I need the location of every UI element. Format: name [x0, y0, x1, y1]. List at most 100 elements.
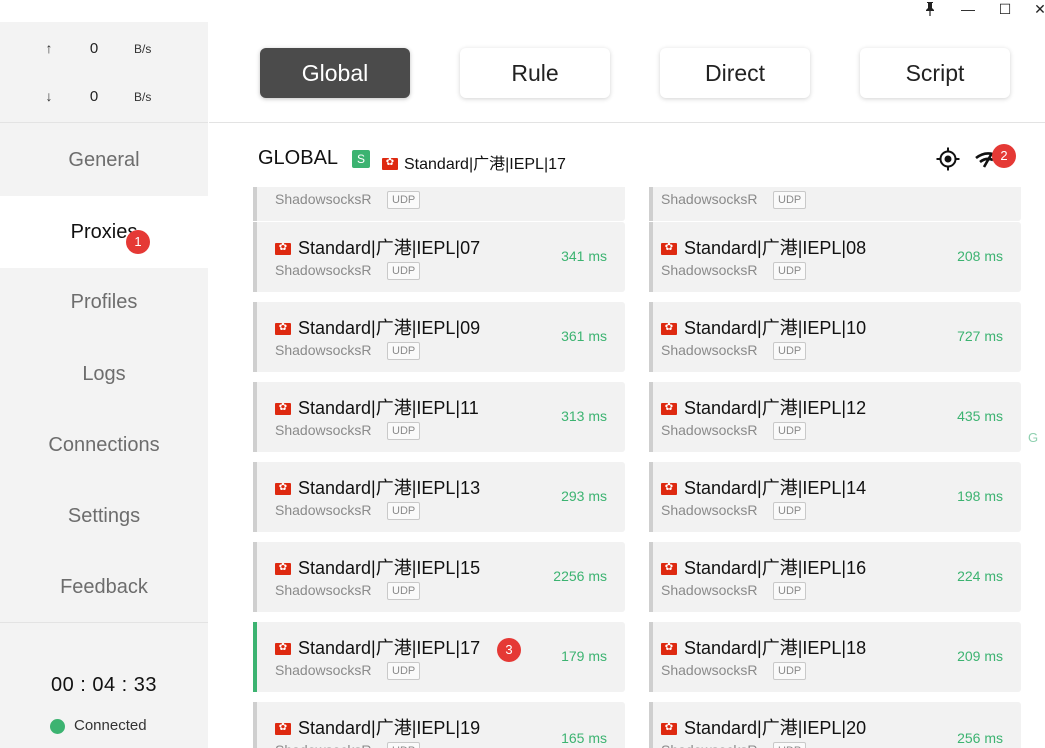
- traffic-panel: ↑ 0 B/s ↓ 0 B/s: [0, 22, 208, 122]
- proxy-card[interactable]: Standard|广港|IEPL|13 ShadowsocksR UDP 293 ms: [253, 462, 625, 532]
- pin-icon[interactable]: [918, 0, 942, 18]
- mode-script-button[interactable]: Script: [860, 48, 1010, 98]
- card-indicator: [649, 462, 653, 532]
- proxy-name: Standard|广港|IEPL|18: [661, 634, 866, 660]
- proxy-name: Standard|广港|IEPL|19: [275, 714, 480, 740]
- proxy-card[interactable]: Standard|广港|IEPL|16 ShadowsocksR UDP 224 ms: [649, 542, 1021, 612]
- proxy-card[interactable]: Standard|广港|IEPL|11 ShadowsocksR UDP 313 ms: [253, 382, 625, 452]
- sidebar-item-logs[interactable]: Logs: [0, 338, 208, 410]
- proxy-card[interactable]: Standard|广港|IEPL|08 ShadowsocksR UDP 208 ms: [649, 222, 1021, 292]
- proxy-delay[interactable]: 224 ms: [957, 568, 1003, 584]
- proxy-delay[interactable]: 165 ms: [561, 730, 607, 746]
- proxy-card-partial[interactable]: ShadowsocksR UDP: [649, 187, 1021, 221]
- card-indicator: [649, 542, 653, 612]
- proxy-name-text: Standard|广港|IEPL|09: [298, 318, 481, 338]
- proxy-name-text: Standard|广港|IEPL|19: [298, 718, 481, 738]
- proxies-badge: 1: [126, 230, 150, 254]
- proxy-type: ShadowsocksR: [275, 502, 372, 518]
- proxy-card[interactable]: Standard|广港|IEPL|17 ShadowsocksR UDP 179 ms…: [253, 622, 625, 692]
- proxy-type: ShadowsocksR: [661, 422, 758, 438]
- proxy-delay[interactable]: 341 ms: [561, 248, 607, 264]
- proxy-name-text: Standard|广港|IEPL|11: [298, 398, 479, 418]
- proxy-name-text: Standard|广港|IEPL|12: [684, 398, 867, 418]
- locate-icon[interactable]: [936, 147, 960, 171]
- hong-kong-flag-icon: [661, 480, 677, 496]
- proxy-name-text: Standard|广港|IEPL|14: [684, 478, 867, 498]
- proxy-card[interactable]: Standard|广港|IEPL|20 ShadowsocksR UDP 256 ms: [649, 702, 1021, 748]
- proxy-card[interactable]: Standard|广港|IEPL|19 ShadowsocksR UDP 165 ms: [253, 702, 625, 748]
- status-text: Connected: [74, 717, 147, 734]
- proxy-delay[interactable]: 208 ms: [957, 248, 1003, 264]
- hong-kong-flag-icon: [275, 480, 291, 496]
- sidebar-item-proxies[interactable]: Proxies 1: [0, 196, 208, 268]
- card-indicator: [649, 382, 653, 452]
- card-indicator: [649, 187, 653, 221]
- proxy-delay[interactable]: 361 ms: [561, 328, 607, 344]
- udp-tag: UDP: [387, 742, 421, 748]
- proxy-type: ShadowsocksR: [661, 191, 758, 207]
- proxy-name-text: Standard|广港|IEPL|15: [298, 558, 481, 578]
- proxy-card-partial[interactable]: ShadowsocksR UDP: [253, 187, 625, 221]
- proxy-card[interactable]: Standard|广港|IEPL|14 ShadowsocksR UDP 198 ms: [649, 462, 1021, 532]
- proxy-delay[interactable]: 198 ms: [957, 488, 1003, 504]
- proxy-type: ShadowsocksR: [661, 582, 758, 598]
- proxy-delay[interactable]: 293 ms: [561, 488, 607, 504]
- card-indicator: [253, 702, 257, 748]
- group-selected-proxy: Standard|广港|IEPL|17: [382, 150, 566, 174]
- proxy-card[interactable]: Standard|广港|IEPL|15 ShadowsocksR UDP 2256 m…: [253, 542, 625, 612]
- proxy-card[interactable]: Standard|广港|IEPL|18 ShadowsocksR UDP 209 ms: [649, 622, 1021, 692]
- download-value: 0: [89, 88, 99, 105]
- proxy-name-text: Standard|广港|IEPL|17: [298, 638, 481, 658]
- proxy-card[interactable]: Standard|广港|IEPL|10 ShadowsocksR UDP 727 ms: [649, 302, 1021, 372]
- proxy-delay[interactable]: 179 ms: [561, 648, 607, 664]
- proxy-delay[interactable]: 209 ms: [957, 648, 1003, 664]
- sidebar-item-general[interactable]: General: [0, 124, 208, 196]
- edge-mark: G: [1028, 430, 1039, 445]
- proxy-delay[interactable]: 435 ms: [957, 408, 1003, 424]
- sidebar-item-connections[interactable]: Connections: [0, 409, 208, 481]
- hong-kong-flag-icon: [275, 320, 291, 336]
- udp-tag: UDP: [387, 502, 421, 520]
- minimize-button[interactable]: —: [956, 0, 980, 18]
- proxy-card[interactable]: Standard|广港|IEPL|07 ShadowsocksR UDP 341 ms: [253, 222, 625, 292]
- proxy-delay[interactable]: 2256 ms: [553, 568, 607, 584]
- udp-tag: UDP: [387, 262, 421, 280]
- mode-global-button[interactable]: Global: [260, 48, 410, 98]
- sidebar-item-settings[interactable]: Settings: [0, 480, 208, 552]
- sidebar-item-feedback[interactable]: Feedback: [0, 551, 208, 623]
- proxy-delay[interactable]: 727 ms: [957, 328, 1003, 344]
- card-indicator: [253, 542, 257, 612]
- proxy-card[interactable]: Standard|广港|IEPL|09 ShadowsocksR UDP 361 ms: [253, 302, 625, 372]
- proxy-name-text: Standard|广港|IEPL|08: [684, 238, 867, 258]
- proxy-delay[interactable]: 313 ms: [561, 408, 607, 424]
- proxy-group-header[interactable]: GLOBAL S Standard|广港|IEPL|17 2: [209, 123, 1045, 187]
- udp-tag: UDP: [773, 582, 807, 600]
- proxy-delay[interactable]: 256 ms: [957, 730, 1003, 746]
- proxy-card[interactable]: Standard|广港|IEPL|12 ShadowsocksR UDP 435 ms: [649, 382, 1021, 452]
- title-bar: — ☐ ✕: [0, 0, 1045, 22]
- upload-value: 0: [89, 40, 99, 57]
- mode-rule-button[interactable]: Rule: [460, 48, 610, 98]
- close-button[interactable]: ✕: [1028, 0, 1045, 18]
- udp-tag: UDP: [387, 582, 421, 600]
- sidebar-item-profiles[interactable]: Profiles: [0, 266, 208, 338]
- hong-kong-flag-icon: [382, 155, 398, 171]
- proxy-type: ShadowsocksR: [275, 342, 372, 358]
- download-arrow-icon: ↓: [45, 88, 53, 104]
- mode-direct-button[interactable]: Direct: [660, 48, 810, 98]
- proxy-type: ShadowsocksR: [275, 662, 372, 678]
- upload-arrow-icon: ↑: [45, 40, 53, 56]
- card-indicator: [649, 622, 653, 692]
- proxy-type: ShadowsocksR: [275, 422, 372, 438]
- proxy-type: ShadowsocksR: [661, 742, 758, 748]
- download-speed: ↓ 0 B/s: [0, 88, 208, 108]
- proxy-name: Standard|广港|IEPL|14: [661, 474, 866, 500]
- udp-tag: UDP: [387, 191, 421, 209]
- proxy-name: Standard|广港|IEPL|11: [275, 394, 479, 420]
- divider: [0, 622, 208, 623]
- speed-test-badge: 2: [992, 144, 1016, 168]
- maximize-button[interactable]: ☐: [993, 0, 1017, 18]
- proxy-type: ShadowsocksR: [275, 742, 372, 748]
- hong-kong-flag-icon: [661, 560, 677, 576]
- udp-tag: UDP: [387, 342, 421, 360]
